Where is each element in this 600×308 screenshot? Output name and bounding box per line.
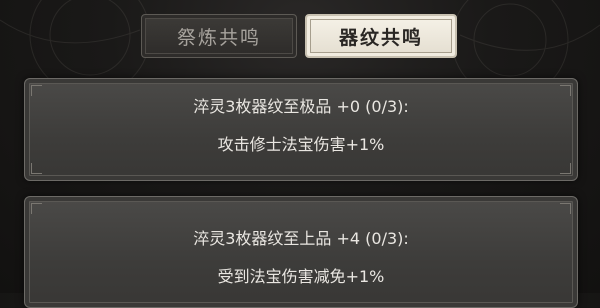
resonance-card: 淬灵3枚器纹至极品 +0 (0/3): 攻击修士法宝伤害+1% xyxy=(24,78,578,181)
tab-refining-resonance[interactable]: 祭炼共鸣 xyxy=(141,14,297,58)
card-corner-ornament xyxy=(560,203,571,214)
card-corner-ornament xyxy=(560,163,571,174)
card-corner-ornament xyxy=(31,203,42,214)
resonance-requirement: 淬灵3枚器纹至极品 +0 (0/3): xyxy=(193,97,409,116)
resonance-requirement: 淬灵3枚器纹至上品 +4 (0/3): xyxy=(193,229,409,248)
resonance-effect: 受到法宝伤害减免+1% xyxy=(217,267,385,286)
resonance-effect: 攻击修士法宝伤害+1% xyxy=(217,135,385,154)
resonance-card: 淬灵3枚器纹至上品 +4 (0/3): 受到法宝伤害减免+1% xyxy=(24,196,578,308)
tab-pattern-resonance[interactable]: 器纹共鸣 xyxy=(305,14,457,58)
card-corner-ornament xyxy=(31,163,42,174)
